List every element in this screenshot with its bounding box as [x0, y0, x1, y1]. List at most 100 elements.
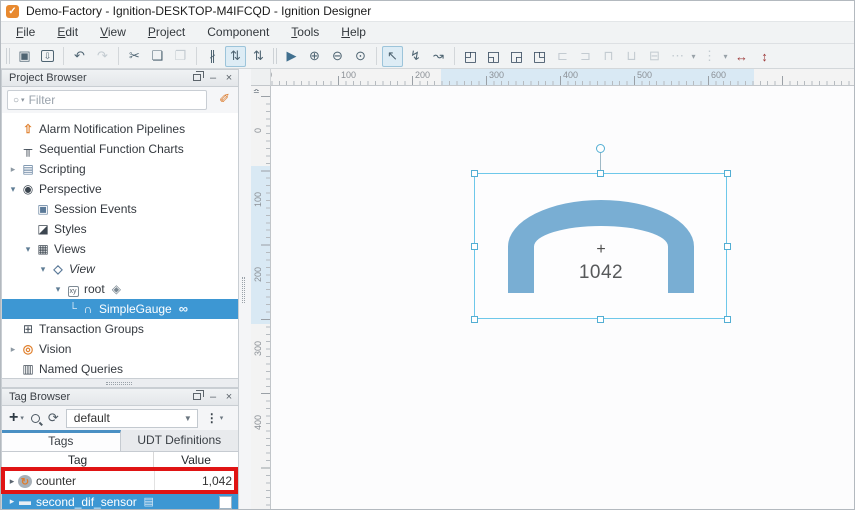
comm-read-button[interactable]: ⇅	[225, 46, 246, 67]
float-panel-icon[interactable]	[190, 71, 204, 85]
tag-table-header: Tag Value	[1, 452, 239, 470]
save-button[interactable]: ▣	[14, 46, 35, 67]
copy-button[interactable]: ❏	[147, 46, 168, 67]
tree-item-sequential-function-charts[interactable]: Sequential Function Charts	[2, 139, 238, 159]
menu-edit[interactable]: Edit	[46, 22, 89, 43]
toolbar-separator	[63, 47, 64, 65]
tree-item-root[interactable]: ▾root	[2, 279, 238, 299]
value-checkbox[interactable]	[219, 496, 232, 509]
zoom-in-button[interactable]: ⊕	[304, 46, 325, 67]
expander-icon[interactable]: ▾	[6, 179, 20, 199]
tree-item-label: Views	[54, 239, 86, 259]
expander-icon[interactable]: ▸	[6, 159, 20, 179]
chevron-down-icon[interactable]: ▾	[689, 52, 698, 61]
tree-item-vision[interactable]: ▸Vision	[2, 339, 238, 359]
close-panel-icon[interactable]: ×	[222, 390, 236, 404]
distribute-v-button: ⋮	[699, 46, 720, 67]
float-panel-icon[interactable]	[190, 390, 204, 404]
menu-project[interactable]: Project	[137, 22, 196, 43]
tag-options-menu-icon[interactable]: ⋮	[206, 411, 218, 425]
toolbar-separator	[118, 47, 119, 65]
shape-subtract-button[interactable]: ◱	[483, 46, 504, 67]
preview-play-button[interactable]: ▶	[281, 46, 302, 67]
tree-item-styles[interactable]: Styles	[2, 219, 238, 239]
expander-icon[interactable]: ▸	[6, 476, 18, 487]
search-tags-icon[interactable]	[31, 414, 40, 423]
close-panel-icon[interactable]: ×	[222, 71, 236, 85]
minimize-panel-icon[interactable]: –	[206, 390, 220, 404]
filter-input[interactable]	[29, 93, 206, 107]
shape-exclude-button[interactable]: ◳	[529, 46, 550, 67]
tab-udt-definitions[interactable]: UDT Definitions	[121, 430, 239, 451]
comm-readwrite-button[interactable]: ⇅	[248, 46, 269, 67]
zoom-out-button[interactable]: ⊖	[327, 46, 348, 67]
shape-intersect-button[interactable]: ◲	[506, 46, 527, 67]
panel-splitter-horizontal[interactable]	[1, 378, 239, 388]
save-all-button[interactable]: ⇩	[37, 46, 58, 67]
menu-file[interactable]: File	[5, 22, 46, 43]
selection-handle[interactable]	[597, 170, 604, 177]
tag-value-cell	[154, 494, 238, 508]
simple-gauge-value: 1042	[508, 262, 694, 284]
rotation-handle[interactable]	[596, 144, 605, 153]
menu-component[interactable]: Component	[196, 22, 280, 43]
filter-box[interactable]: ○ ▾	[7, 90, 207, 110]
path-tool-button[interactable]: ↝	[428, 46, 449, 67]
pin-panel-icon[interactable]: ✐	[219, 91, 230, 107]
match-height-button[interactable]: ↕	[754, 46, 775, 67]
panel-splitter-vertical[interactable]	[239, 69, 251, 510]
chevron-down-icon[interactable]: ▾	[20, 414, 24, 422]
tree-item-named-queries[interactable]: Named Queries	[2, 359, 238, 378]
selection-handle[interactable]	[471, 243, 478, 250]
selection-handle[interactable]	[724, 243, 731, 250]
selection-handle[interactable]	[471, 316, 478, 323]
column-header-value[interactable]: Value	[154, 452, 238, 469]
chevron-down-icon[interactable]: ▾	[21, 96, 25, 104]
tag-row-second_dif_sensor[interactable]: ▸second_dif_sensor	[2, 492, 238, 510]
selection-handle[interactable]	[597, 316, 604, 323]
tree-item-label: SimpleGauge	[99, 299, 172, 319]
selection-handle[interactable]	[724, 316, 731, 323]
menu-help[interactable]: Help	[330, 22, 377, 43]
tree-item-view[interactable]: ▾ View	[2, 259, 238, 279]
direct-select-tool-button[interactable]: ↯	[405, 46, 426, 67]
tree-item-transaction-groups[interactable]: Transaction Groups	[2, 319, 238, 339]
selection-handle[interactable]	[724, 170, 731, 177]
expander-icon[interactable]: ▾	[51, 279, 65, 299]
chevron-down-icon[interactable]: ▾	[220, 414, 224, 422]
tag-provider-select[interactable]: default ▼	[66, 409, 198, 428]
tree-item-session-events[interactable]: Session Events	[2, 199, 238, 219]
undo-button[interactable]: ↶	[69, 46, 90, 67]
tree-item-alarm-notification-pipelines[interactable]: Alarm Notification Pipelines	[2, 119, 238, 139]
shape-union-button[interactable]: ◰	[460, 46, 481, 67]
refresh-icon[interactable]: ⟳	[48, 410, 59, 426]
tree-item-perspective[interactable]: ▾Perspective	[2, 179, 238, 199]
select-tool-button[interactable]: ↖	[382, 46, 403, 67]
flex-icon	[112, 279, 121, 299]
cut-button[interactable]: ✂	[124, 46, 145, 67]
tree-item-views[interactable]: ▾ Views	[2, 239, 238, 259]
comm-off-button[interactable]: ∦	[202, 46, 223, 67]
expander-icon[interactable]: └	[66, 299, 80, 319]
tree-item-label: Alarm Notification Pipelines	[39, 119, 185, 139]
expander-icon[interactable]: ▾	[36, 259, 50, 279]
match-width-button[interactable]: ↔	[731, 46, 752, 67]
link-icon	[179, 299, 188, 319]
menu-tools[interactable]: Tools	[280, 22, 330, 43]
expander-icon[interactable]: ▾	[21, 239, 35, 259]
chevron-down-icon[interactable]: ▾	[721, 52, 730, 61]
add-tag-button[interactable]: +	[9, 409, 18, 427]
menu-view[interactable]: View	[89, 22, 137, 43]
column-header-tag[interactable]: Tag	[2, 452, 154, 469]
tree-item-simplegauge[interactable]: └ SimpleGauge	[2, 299, 238, 319]
tree-item-scripting[interactable]: ▸Scripting	[2, 159, 238, 179]
expander-icon[interactable]: ▸	[6, 496, 18, 507]
tab-tags[interactable]: Tags	[2, 430, 121, 451]
tree-item-label: View	[69, 259, 95, 279]
selection-handle[interactable]	[471, 170, 478, 177]
expander-icon[interactable]: ▸	[6, 339, 20, 359]
minimize-panel-icon[interactable]: –	[206, 71, 220, 85]
tag-name-cell: ▸counter	[2, 474, 154, 488]
zoom-actual-button[interactable]: ⊙	[350, 46, 371, 67]
tag-row-counter[interactable]: ▸counter1,042	[2, 470, 238, 492]
